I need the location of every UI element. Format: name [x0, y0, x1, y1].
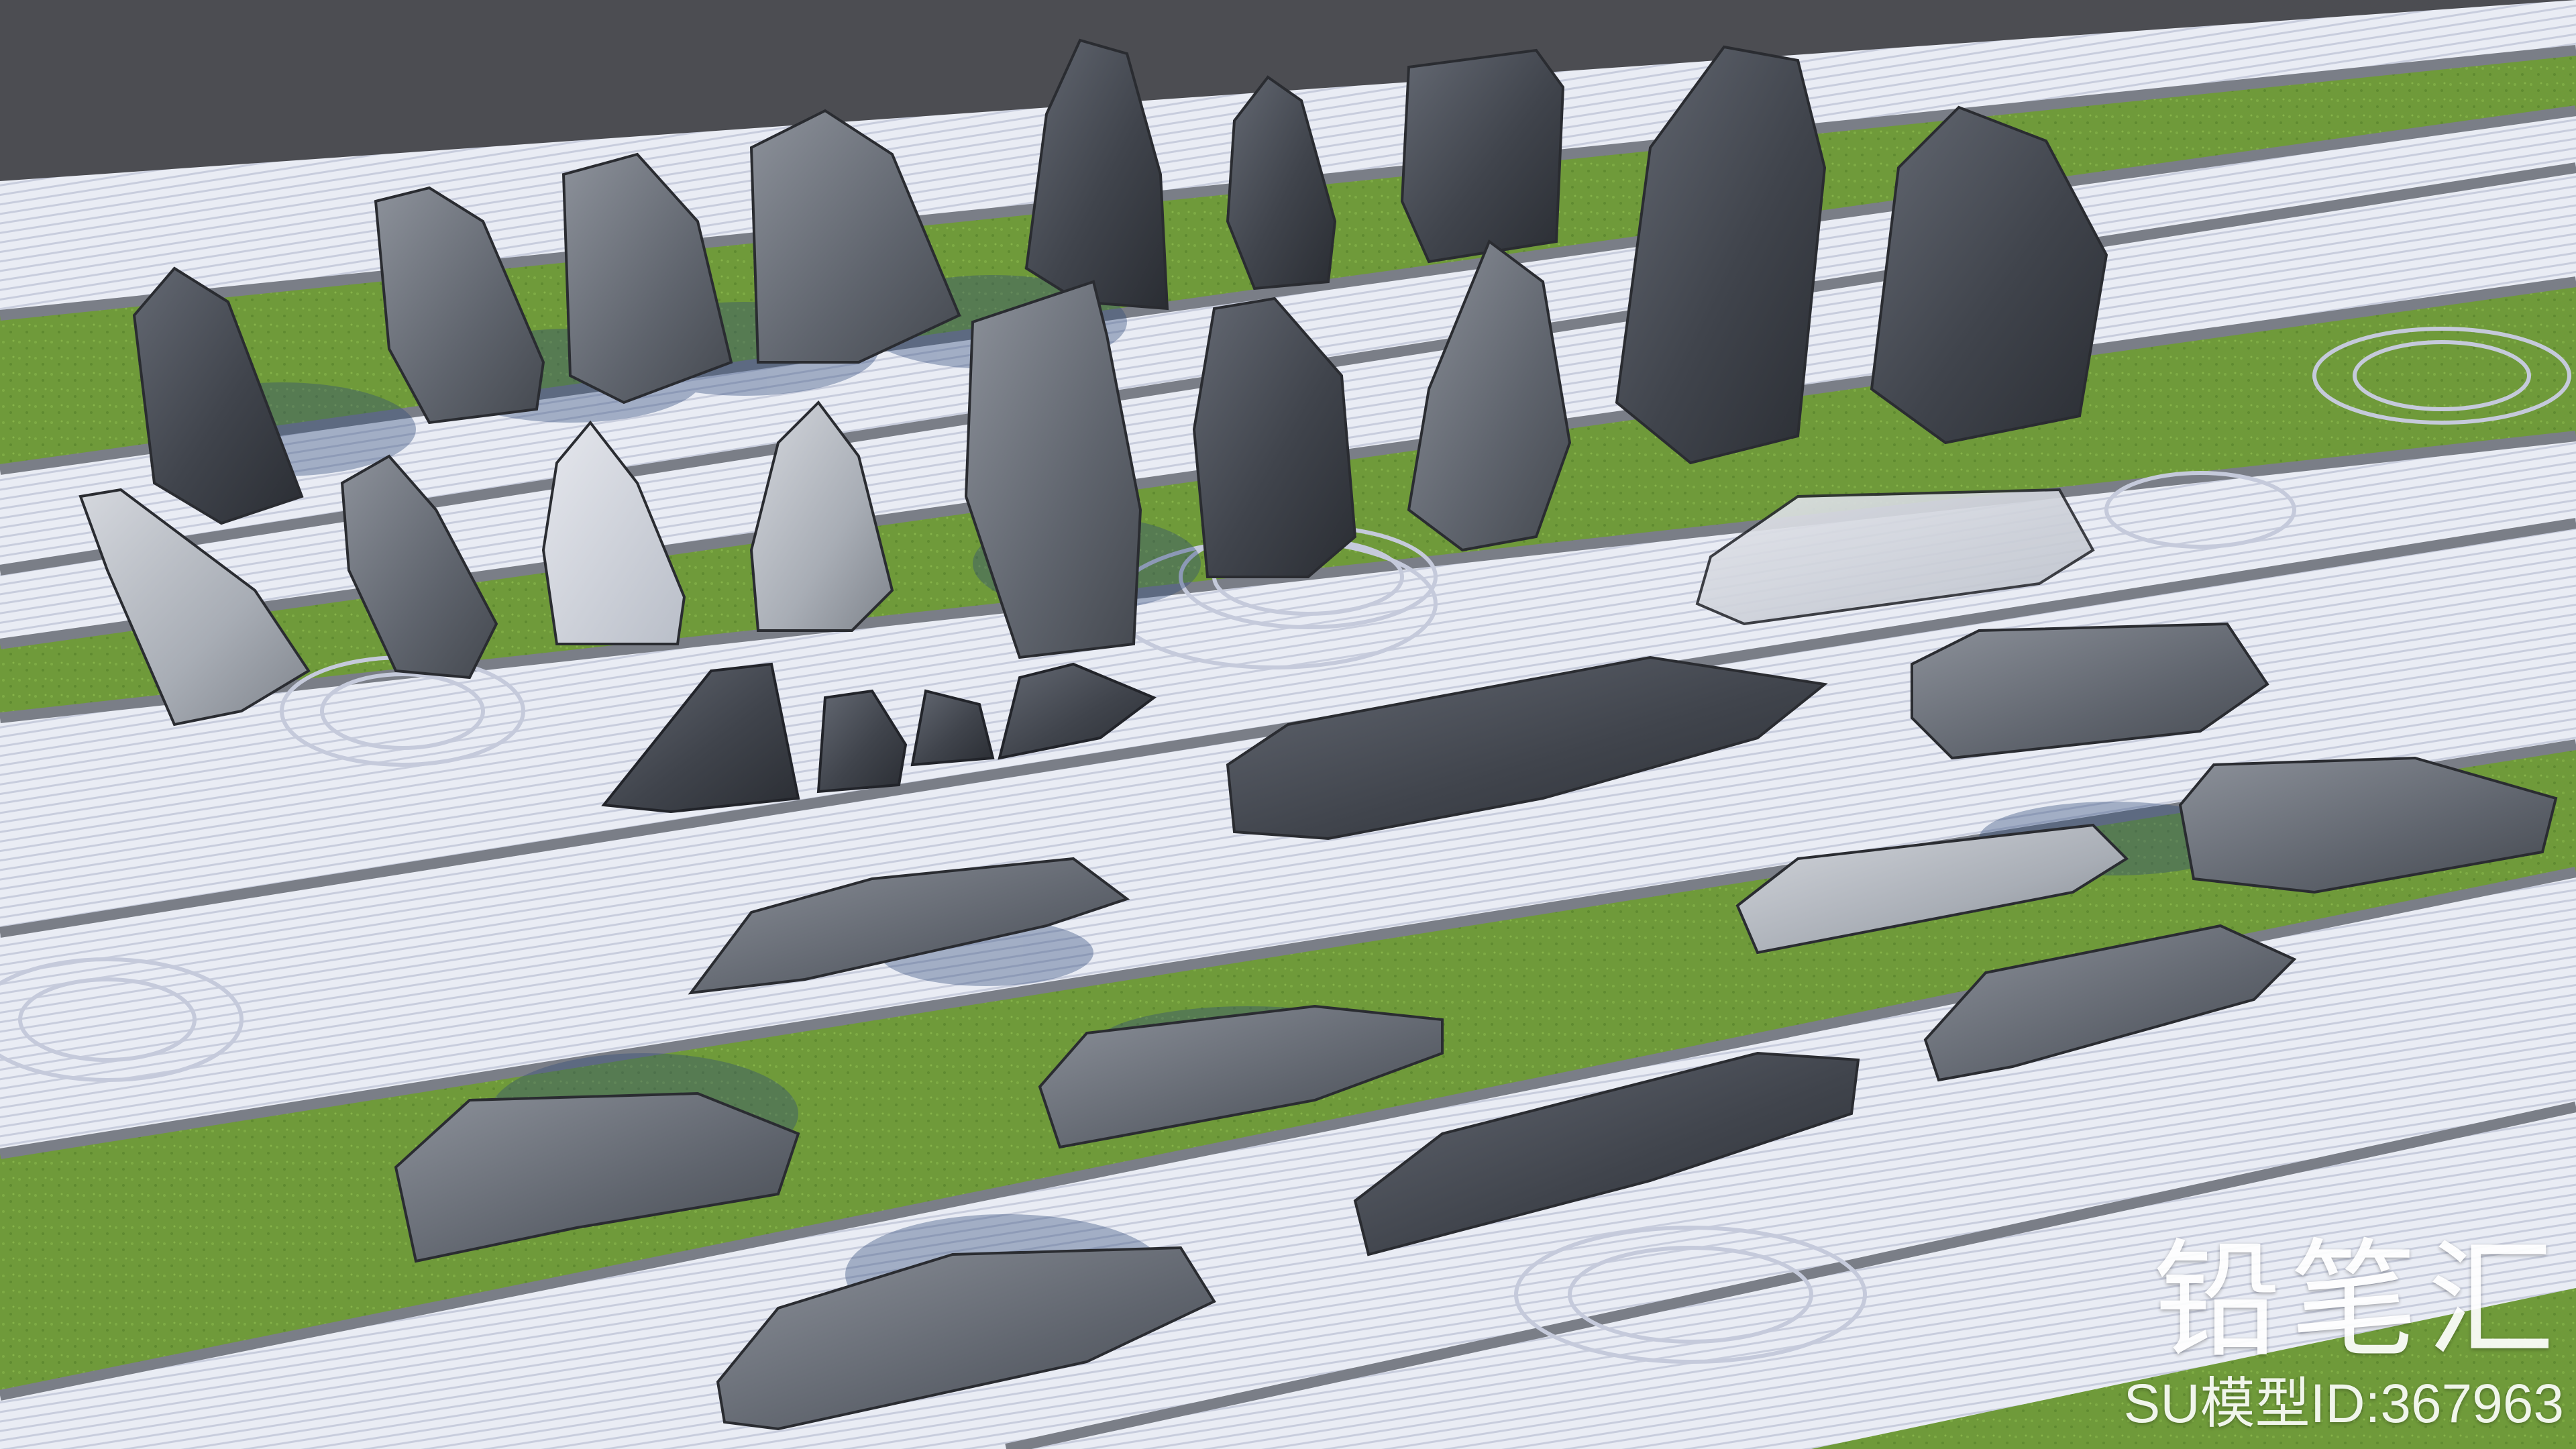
watermark-model-id: SU模型ID:367963 [2123, 1373, 2564, 1434]
watermark: 铅笔汇 SU模型ID:367963 [2123, 1226, 2564, 1434]
stone-back-7 [1400, 48, 1565, 264]
watermark-title: 铅笔汇 [2153, 1226, 2564, 1375]
